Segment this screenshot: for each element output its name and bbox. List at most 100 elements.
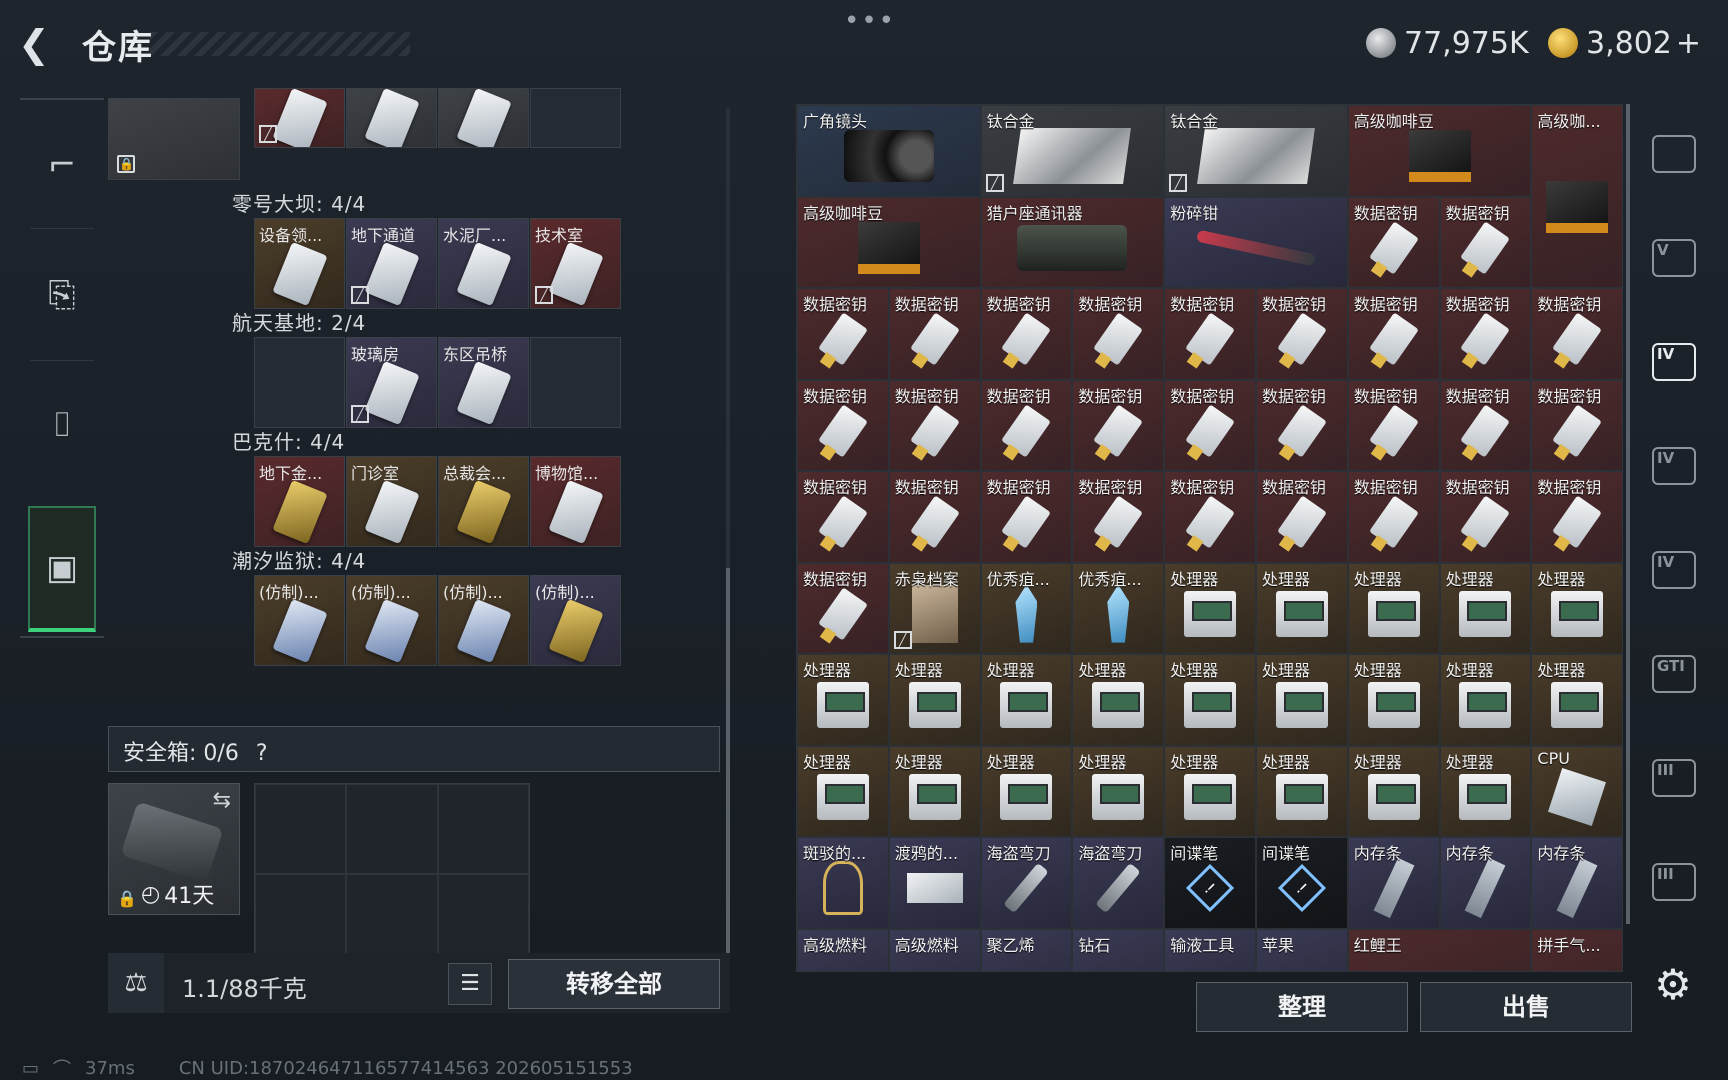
list-view-button[interactable]: ☰ xyxy=(448,963,492,1005)
stash-item[interactable]: 数据密钥 xyxy=(1072,288,1165,380)
key-slot[interactable]: 地下金... xyxy=(254,456,345,547)
stash-item[interactable]: 处理器 xyxy=(1439,654,1532,746)
stash-item[interactable]: ! 间谍笔 xyxy=(1256,837,1348,929)
key-slot[interactable]: 设备领... xyxy=(254,218,345,309)
stash-item[interactable]: 猎户座通讯器 xyxy=(980,196,1165,288)
tier-iv-box-icon[interactable]: IV xyxy=(1632,520,1716,620)
stash-item[interactable]: 数据密钥 xyxy=(1256,471,1348,563)
stash-item[interactable]: 处理器 xyxy=(1072,745,1165,837)
stash-item[interactable]: 高级咖... xyxy=(1531,105,1622,288)
stash-item[interactable]: 数据密钥 xyxy=(980,379,1073,471)
key-slot[interactable]: ╱ xyxy=(254,88,345,148)
stash-item[interactable]: 数据密钥 xyxy=(797,562,889,654)
key-slot[interactable]: 地下通道 ╱ xyxy=(346,218,437,309)
helmet-icon[interactable] xyxy=(1632,104,1716,204)
stash-item[interactable]: 数据密钥 xyxy=(888,471,981,563)
safe-box-grid[interactable] xyxy=(254,783,530,965)
stash-item[interactable]: 数据密钥 xyxy=(980,471,1073,563)
stash-item[interactable]: 数据密钥 xyxy=(1531,471,1622,563)
stash-item[interactable]: 处理器 xyxy=(888,745,981,837)
gun-icon[interactable]: ⌐ xyxy=(20,110,104,220)
gold-currency[interactable]: 3,802 + xyxy=(1548,26,1701,61)
stash-item[interactable]: 钛合金 ╱ xyxy=(1164,105,1348,197)
stash-item[interactable]: 数据密钥 xyxy=(888,288,981,380)
stash-item[interactable]: 数据密钥 xyxy=(1439,196,1532,288)
safe-slot[interactable] xyxy=(346,874,438,964)
stash-item[interactable]: 赤枭档案 ╱ xyxy=(888,562,981,654)
stash-item[interactable]: 数据密钥 xyxy=(1531,288,1622,380)
gear-icon[interactable]: ⚙ xyxy=(1650,962,1696,1008)
stash-item[interactable]: 处理器 xyxy=(797,745,889,837)
help-icon[interactable]: ? xyxy=(256,741,268,766)
tier-iv-case-icon[interactable]: IV xyxy=(1632,416,1716,516)
stash-item[interactable]: 处理器 xyxy=(1531,654,1622,746)
stash-item[interactable]: 渡鸦的... xyxy=(888,837,981,929)
sort-button[interactable]: 整理 xyxy=(1196,982,1408,1032)
stash-item[interactable]: 数据密钥 xyxy=(980,288,1073,380)
stash-item[interactable]: 处理器 xyxy=(1256,654,1348,746)
stash-item[interactable]: 数据密钥 xyxy=(1531,379,1622,471)
key-slot[interactable] xyxy=(346,88,437,148)
stash-item[interactable]: 处理器 xyxy=(1439,562,1532,654)
key-slot[interactable]: 东区吊桥 xyxy=(438,337,529,428)
safe-slot[interactable] xyxy=(255,874,347,964)
stash-item[interactable]: 数据密钥 xyxy=(1072,471,1165,563)
key-slot[interactable]: (仿制)... xyxy=(530,575,621,666)
safe-slot[interactable] xyxy=(437,874,529,964)
tier-v-icon[interactable]: V xyxy=(1632,208,1716,308)
key-slot[interactable] xyxy=(530,337,621,428)
stash-item[interactable]: 数据密钥 xyxy=(1164,471,1256,563)
stash-item[interactable]: 数据密钥 xyxy=(1164,379,1256,471)
key-slot[interactable] xyxy=(530,88,621,148)
key-slot[interactable]: 玻璃房 ╱ xyxy=(346,337,437,428)
key-slot[interactable]: (仿制)... xyxy=(438,575,529,666)
stash-item[interactable]: 处理器 xyxy=(1072,654,1165,746)
stash-item[interactable]: 斑驳的... xyxy=(797,837,889,929)
transfer-all-button[interactable]: 转移全部 xyxy=(508,959,720,1009)
left-scroll-thumb[interactable] xyxy=(726,568,730,968)
gold-add-icon[interactable]: + xyxy=(1676,26,1701,61)
stash-item[interactable]: 内存条 xyxy=(1439,837,1532,929)
safe-slot[interactable] xyxy=(437,784,529,874)
stash-item[interactable]: 钛合金 ╱ xyxy=(980,105,1165,197)
key-slot[interactable]: 水泥厂... xyxy=(438,218,529,309)
stash-item[interactable]: 处理器 xyxy=(1347,745,1440,837)
stash-item[interactable]: 高级燃料 xyxy=(797,928,889,971)
stash-item[interactable]: 处理器 xyxy=(1164,745,1256,837)
stash-item[interactable]: 数据密钥 xyxy=(1347,196,1440,288)
stash-item[interactable]: 数据密钥 xyxy=(1347,288,1440,380)
tier-iii-box-icon[interactable]: III xyxy=(1632,832,1716,932)
stash-item[interactable]: 内存条 xyxy=(1347,837,1440,929)
stash-item[interactable]: 优秀疽... xyxy=(980,562,1073,654)
gti-icon[interactable]: GTI xyxy=(1632,624,1716,724)
key-slot[interactable]: 技术室 ╱ xyxy=(530,218,621,309)
key-slot[interactable]: 总裁会... xyxy=(438,456,529,547)
vest-icon[interactable]: ⌷ xyxy=(20,370,104,480)
stash-item[interactable]: 优秀疽... xyxy=(1072,562,1165,654)
sell-button[interactable]: 出售 xyxy=(1420,982,1632,1032)
stash-item[interactable]: CPU xyxy=(1531,745,1622,837)
stash-item[interactable]: 海盗弯刀 xyxy=(1072,837,1165,929)
stash-item[interactable]: 拼手气... xyxy=(1531,928,1622,971)
stash-item[interactable]: 处理器 xyxy=(980,745,1073,837)
stash-item[interactable]: 处理器 xyxy=(1439,745,1532,837)
key-slot[interactable]: 博物馆... xyxy=(530,456,621,547)
stash-item[interactable]: 红鲤王 xyxy=(1347,928,1532,971)
safe-slot[interactable] xyxy=(255,784,347,874)
key-slot[interactable] xyxy=(254,337,345,428)
stash-item[interactable]: 数据密钥 xyxy=(1072,379,1165,471)
stash-item[interactable]: 数据密钥 xyxy=(888,379,981,471)
stash-item[interactable]: 处理器 xyxy=(1256,562,1348,654)
stash-item[interactable]: 数据密钥 xyxy=(1256,379,1348,471)
stash-item[interactable]: 处理器 xyxy=(980,654,1073,746)
stash-item[interactable]: 数据密钥 xyxy=(797,288,889,380)
stash-item[interactable]: 粉碎钳 xyxy=(1164,196,1348,288)
more-icon[interactable]: ••• xyxy=(844,6,896,36)
stash-item[interactable]: 钻石 xyxy=(1072,928,1165,971)
stash-item[interactable]: 数据密钥 xyxy=(797,471,889,563)
stash-item[interactable]: 处理器 xyxy=(1347,654,1440,746)
stash-item[interactable]: 处理器 xyxy=(797,654,889,746)
key-slot[interactable]: 门诊室 xyxy=(346,456,437,547)
stash-item[interactable]: 处理器 xyxy=(1347,562,1440,654)
stash-item[interactable]: 高级咖啡豆 xyxy=(797,196,981,288)
